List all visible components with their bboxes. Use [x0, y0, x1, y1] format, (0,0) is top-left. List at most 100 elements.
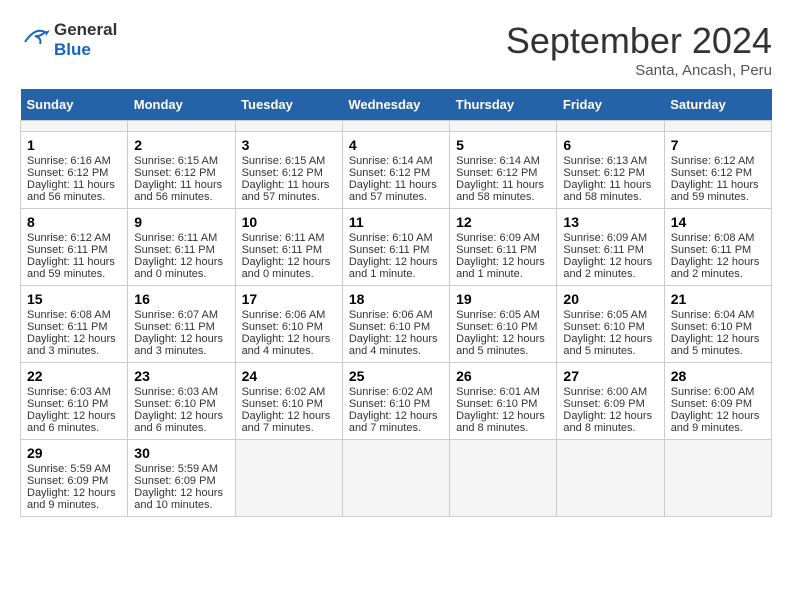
calendar-cell: 29 Sunrise: 5:59 AMSunset: 6:09 PMDayligh… — [21, 440, 128, 517]
day-number: 23 — [134, 368, 228, 384]
calendar-cell: 23Sunrise: 6:03 AMSunset: 6:10 PMDayligh… — [128, 363, 235, 440]
day-number: 29 — [27, 445, 121, 461]
calendar-cell — [664, 121, 771, 132]
logo-blue: Blue — [54, 40, 117, 60]
day-info: Sunrise: 6:12 AMSunset: 6:11 PMDaylight:… — [27, 232, 121, 280]
calendar-cell: 13Sunrise: 6:09 AMSunset: 6:11 PMDayligh… — [557, 209, 664, 286]
logo-general: General — [54, 20, 117, 40]
calendar-cell: 27Sunrise: 6:00 AMSunset: 6:09 PMDayligh… — [557, 363, 664, 440]
day-header-wednesday: Wednesday — [342, 89, 449, 121]
day-info: Sunrise: 6:08 AMSunset: 6:11 PMDaylight:… — [671, 232, 765, 280]
calendar-cell: 14 Sunrise: 6:08 AMSunset: 6:11 PMDayligh… — [664, 209, 771, 286]
day-number: 17 — [242, 291, 336, 307]
logo: General Blue — [20, 20, 117, 59]
calendar-week-row: 1 Sunrise: 6:16 AMSunset: 6:12 PMDaylight… — [21, 132, 772, 209]
day-number: 2 — [134, 137, 228, 153]
calendar-week-row: 22 Sunrise: 6:03 AMSunset: 6:10 PMDayligh… — [21, 363, 772, 440]
day-info: Sunrise: 6:04 AMSunset: 6:10 PMDaylight:… — [671, 309, 765, 357]
calendar-cell: 4Sunrise: 6:14 AMSunset: 6:12 PMDaylight… — [342, 132, 449, 209]
day-header-thursday: Thursday — [450, 89, 557, 121]
calendar-cell — [557, 121, 664, 132]
day-number: 1 — [27, 137, 121, 153]
calendar-body: 1 Sunrise: 6:16 AMSunset: 6:12 PMDaylight… — [21, 121, 772, 517]
day-number: 6 — [563, 137, 657, 153]
day-header-tuesday: Tuesday — [235, 89, 342, 121]
day-info: Sunrise: 6:01 AMSunset: 6:10 PMDaylight:… — [456, 386, 550, 434]
day-info: Sunrise: 6:12 AMSunset: 6:12 PMDaylight:… — [671, 155, 765, 203]
calendar-cell: 15 Sunrise: 6:08 AMSunset: 6:11 PMDayligh… — [21, 286, 128, 363]
day-info: Sunrise: 6:08 AMSunset: 6:11 PMDaylight:… — [27, 309, 121, 357]
day-info: Sunrise: 6:00 AMSunset: 6:09 PMDaylight:… — [563, 386, 657, 434]
calendar-cell: 9 Sunrise: 6:11 AMSunset: 6:11 PMDaylight… — [128, 209, 235, 286]
calendar-cell — [342, 121, 449, 132]
logo-text-block: General Blue — [54, 20, 117, 59]
day-number: 18 — [349, 291, 443, 307]
day-number: 3 — [242, 137, 336, 153]
day-number: 15 — [27, 291, 121, 307]
day-info: Sunrise: 6:11 AMSunset: 6:11 PMDaylight:… — [134, 232, 228, 280]
calendar-cell: 11 Sunrise: 6:10 AMSunset: 6:11 PMDayligh… — [342, 209, 449, 286]
day-info: Sunrise: 5:59 AMSunset: 6:09 PMDaylight:… — [27, 463, 121, 511]
day-info: Sunrise: 6:15 AMSunset: 6:12 PMDaylight:… — [242, 155, 336, 203]
calendar-cell — [235, 440, 342, 517]
day-info: Sunrise: 6:11 AMSunset: 6:11 PMDaylight:… — [242, 232, 336, 280]
day-header-monday: Monday — [128, 89, 235, 121]
day-info: Sunrise: 6:02 AMSunset: 6:10 PMDaylight:… — [242, 386, 336, 434]
calendar-cell: 3 Sunrise: 6:15 AMSunset: 6:12 PMDaylight… — [235, 132, 342, 209]
calendar-cell — [21, 121, 128, 132]
day-number: 25 — [349, 368, 443, 384]
calendar-cell: 28Sunrise: 6:00 AMSunset: 6:09 PMDayligh… — [664, 363, 771, 440]
day-info: Sunrise: 6:06 AMSunset: 6:10 PMDaylight:… — [349, 309, 443, 357]
day-info: Sunrise: 6:14 AMSunset: 6:12 PMDaylight:… — [349, 155, 443, 203]
day-number: 14 — [671, 214, 765, 230]
calendar-cell: 7 Sunrise: 6:12 AMSunset: 6:12 PMDaylight… — [664, 132, 771, 209]
day-number: 26 — [456, 368, 550, 384]
calendar-cell: 19 Sunrise: 6:05 AMSunset: 6:10 PMDayligh… — [450, 286, 557, 363]
calendar-cell: 8 Sunrise: 6:12 AMSunset: 6:11 PMDaylight… — [21, 209, 128, 286]
day-header-sunday: Sunday — [21, 89, 128, 121]
calendar-week-row: 8 Sunrise: 6:12 AMSunset: 6:11 PMDaylight… — [21, 209, 772, 286]
title-area: September 2024 Santa, Ancash, Peru — [506, 20, 772, 79]
day-info: Sunrise: 6:06 AMSunset: 6:10 PMDaylight:… — [242, 309, 336, 357]
day-info: Sunrise: 6:05 AMSunset: 6:10 PMDaylight:… — [456, 309, 550, 357]
calendar-cell — [450, 121, 557, 132]
calendar-cell: 17 Sunrise: 6:06 AMSunset: 6:10 PMDayligh… — [235, 286, 342, 363]
calendar-table: SundayMondayTuesdayWednesdayThursdayFrid… — [20, 89, 772, 517]
day-info: Sunrise: 6:09 AMSunset: 6:11 PMDaylight:… — [563, 232, 657, 280]
day-info: Sunrise: 6:10 AMSunset: 6:11 PMDaylight:… — [349, 232, 443, 280]
calendar-cell: 20Sunrise: 6:05 AMSunset: 6:10 PMDayligh… — [557, 286, 664, 363]
calendar-cell — [235, 121, 342, 132]
day-info: Sunrise: 6:16 AMSunset: 6:12 PMDaylight:… — [27, 155, 121, 203]
calendar-cell: 25Sunrise: 6:02 AMSunset: 6:10 PMDayligh… — [342, 363, 449, 440]
day-info: Sunrise: 5:59 AMSunset: 6:09 PMDaylight:… — [134, 463, 228, 511]
day-number: 10 — [242, 214, 336, 230]
day-number: 22 — [27, 368, 121, 384]
day-number: 9 — [134, 214, 228, 230]
day-number: 7 — [671, 137, 765, 153]
calendar-cell: 18 Sunrise: 6:06 AMSunset: 6:10 PMDayligh… — [342, 286, 449, 363]
calendar-cell: 12Sunrise: 6:09 AMSunset: 6:11 PMDayligh… — [450, 209, 557, 286]
header: General Blue September 2024 Santa, Ancas… — [20, 20, 772, 79]
calendar-cell — [128, 121, 235, 132]
day-info: Sunrise: 6:03 AMSunset: 6:10 PMDaylight:… — [27, 386, 121, 434]
day-number: 8 — [27, 214, 121, 230]
day-info: Sunrise: 6:13 AMSunset: 6:12 PMDaylight:… — [563, 155, 657, 203]
day-number: 16 — [134, 291, 228, 307]
day-number: 5 — [456, 137, 550, 153]
day-number: 20 — [563, 291, 657, 307]
calendar-header-row: SundayMondayTuesdayWednesdayThursdayFrid… — [21, 89, 772, 121]
calendar-week-row: 15 Sunrise: 6:08 AMSunset: 6:11 PMDayligh… — [21, 286, 772, 363]
calendar-cell: 6 Sunrise: 6:13 AMSunset: 6:12 PMDaylight… — [557, 132, 664, 209]
day-number: 24 — [242, 368, 336, 384]
day-header-friday: Friday — [557, 89, 664, 121]
calendar-cell: 22 Sunrise: 6:03 AMSunset: 6:10 PMDayligh… — [21, 363, 128, 440]
day-number: 12 — [456, 214, 550, 230]
calendar-cell: 30Sunrise: 5:59 AMSunset: 6:09 PMDayligh… — [128, 440, 235, 517]
location-subtitle: Santa, Ancash, Peru — [506, 62, 772, 79]
day-number: 11 — [349, 214, 443, 230]
calendar-cell — [450, 440, 557, 517]
day-number: 19 — [456, 291, 550, 307]
calendar-cell: 2Sunrise: 6:15 AMSunset: 6:12 PMDaylight… — [128, 132, 235, 209]
calendar-cell: 1 Sunrise: 6:16 AMSunset: 6:12 PMDaylight… — [21, 132, 128, 209]
calendar-cell: 21Sunrise: 6:04 AMSunset: 6:10 PMDayligh… — [664, 286, 771, 363]
